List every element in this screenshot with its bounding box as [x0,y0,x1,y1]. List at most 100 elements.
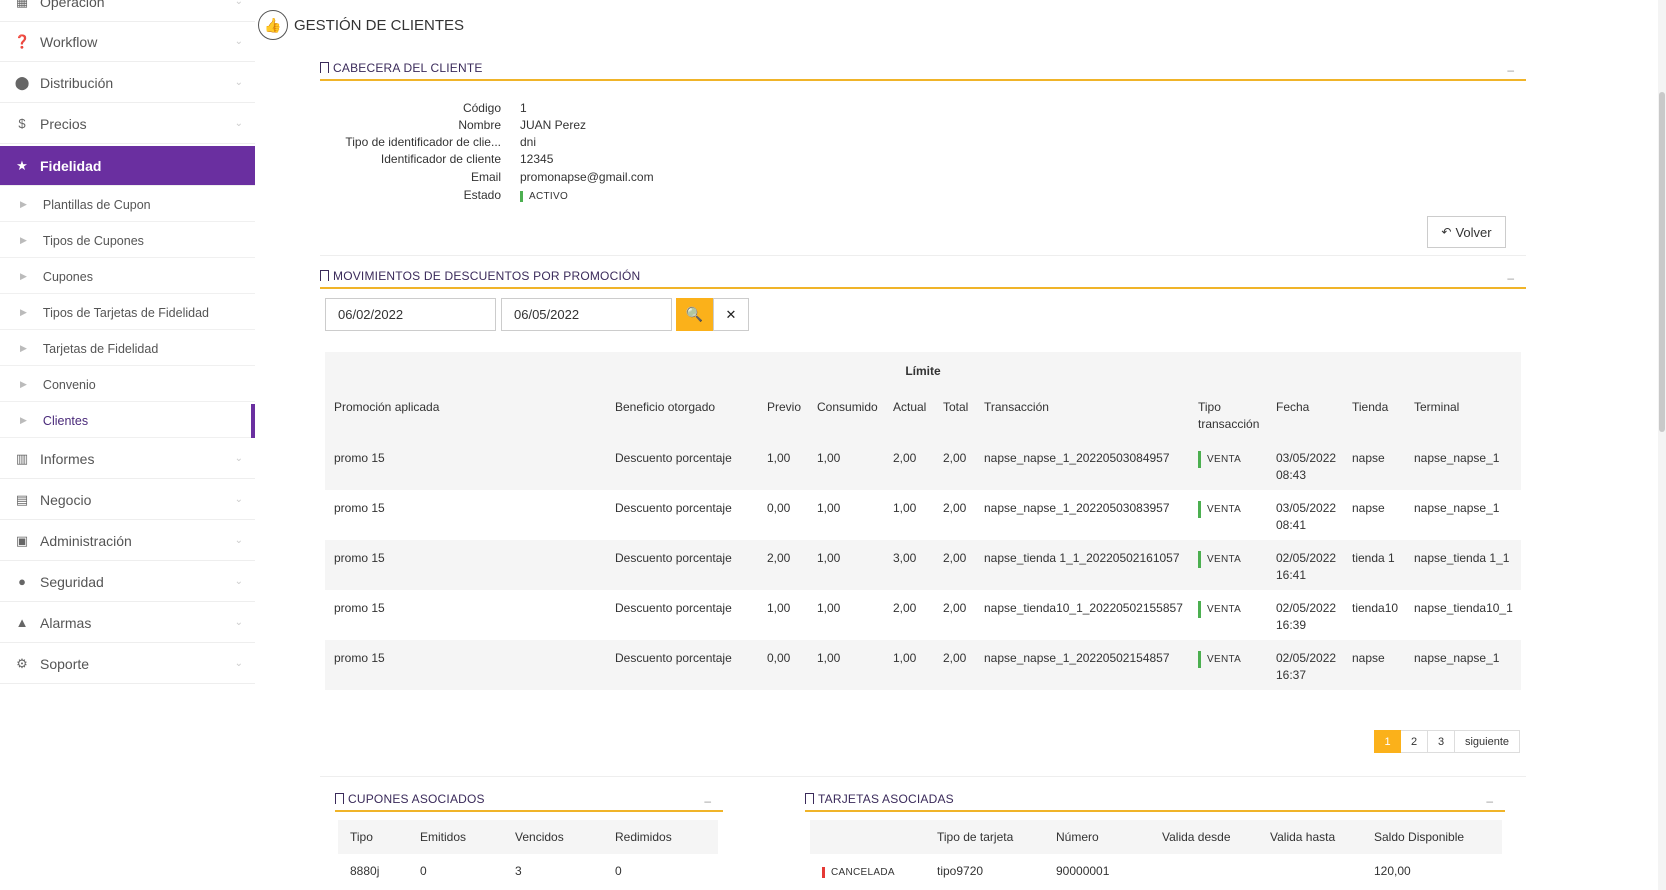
sidebar-item-label: Administración [40,532,132,549]
table-cell: CANCELADA [810,854,925,888]
table-row[interactable]: promo 15 Descuento porcentaje 1,00 1,00 2,00… [325,440,1521,490]
sidebar-subitem-tarjetas-de-fidelidad[interactable]: ▶ Tarjetas de Fidelidad [0,332,255,366]
table-cell: 3 [515,864,522,878]
sidebar: ▦ Operación ⌄ ❓ Workflow ⌄ ⬤ Distribució… [0,0,255,890]
chevron-down-icon: ⌄ [234,77,243,88]
minimize-button[interactable]: – [704,794,711,808]
section-cupones-header: CUPONES ASOCIADOS – [335,792,723,812]
column-header: Fecha [1267,389,1343,440]
caret-right-icon: ▶ [20,235,27,245]
chevron-down-icon: ⌄ [234,494,243,505]
sidebar-item-soporte[interactable]: ⚙ Soporte ⌄ [0,644,255,684]
movimientos-table: Límite Promoción aplicada Beneficio otorg… [325,352,1521,690]
section-title: CABECERA DEL CLIENTE [333,61,483,75]
bar-chart-icon: ▥ [15,450,29,466]
chevron-down-icon: ⌄ [234,36,243,47]
date-to-input[interactable]: 06/05/2022 [501,298,672,331]
table-cell: tipo9720 [937,864,984,878]
sidebar-subitem-label: Tarjetas de Fidelidad [42,341,159,356]
section-cabecera-header: CABECERA DEL CLIENTE – [320,61,1526,81]
table-row[interactable]: promo 15 Descuento porcentaje 1,00 1,00 2,00… [325,590,1521,640]
table-cell: 8880j [350,864,380,878]
table-row[interactable]: promo 15 Descuento porcentaje 2,00 1,00 3,00… [325,540,1521,590]
sidebar-item-label: Soporte [40,655,90,672]
date-from-input[interactable]: 06/02/2022 [325,298,496,331]
table-cell: 03/05/2022 08:41 [1276,501,1337,532]
sidebar-subitem-tipos-de-cupones[interactable]: ▶ Tipos de Cupones [0,224,255,258]
column-header: Previo [758,389,808,440]
column-header: Total [934,389,975,440]
table-cell [1150,854,1258,888]
table-cell: 2,00 [943,501,967,515]
section-movimientos-header: MOVIMIENTOS DE DESCUENTOS POR PROMOCIÓN … [320,269,1526,289]
next-page-button[interactable]: siguiente [1455,730,1520,753]
table-cell: 120,00 [1374,864,1411,878]
table-cell: napse_tienda10_1 [1414,601,1513,615]
table-row[interactable]: promo 15 Descuento porcentaje 0,00 1,00 1,00… [325,490,1521,540]
scrollbar-thumb[interactable] [1659,92,1665,432]
bookmark-icon [320,62,329,73]
sidebar-item-precios[interactable]: $ Precios ⌄ [0,104,255,144]
volver-button[interactable]: ↶ Volver [1427,216,1506,248]
sidebar-item-operacion[interactable]: ▦ Operación ⌄ [0,0,255,22]
pagination: 1 2 3 siguiente [1374,730,1520,753]
users-icon: ● [18,574,26,589]
sidebar-subitem-plantillas-de-cupon[interactable]: ▶ Plantillas de Cupon [0,188,255,222]
page-3-button[interactable]: 3 [1428,730,1455,753]
table-row[interactable]: promo 15 Descuento porcentaje 0,00 1,00 1,00… [325,640,1521,690]
column-header: Tienda [1343,389,1405,440]
status-badge: VENTA [1198,501,1241,518]
table-cell: napse_napse_1_20220502154857 [984,651,1170,665]
sidebar-subitem-label: Cupones [42,269,93,284]
sidebar-item-label: Precios [40,115,87,132]
status-badge: VENTA [1198,451,1241,468]
page-1-button[interactable]: 1 [1374,730,1401,753]
volver-button-label: Volver [1455,224,1492,240]
reply-arrow-icon: ↶ [1441,225,1452,239]
table-cell: 02/05/2022 16:37 [1276,651,1337,682]
sidebar-item-seguridad[interactable]: ● Seguridad ⌄ [0,562,255,602]
table-row[interactable]: CANCELADA tipo9720 90000001 120,00 [810,854,1502,888]
sidebar-item-fidelidad[interactable]: ★ Fidelidad [0,146,255,186]
dollar-icon: $ [18,116,26,131]
table-cell: 0 [420,864,427,878]
sidebar-subitem-tipos-de-tarjetas[interactable]: ▶ Tipos de Tarjetas de Fidelidad [0,296,255,330]
table-cell: 1,00 [767,451,791,465]
sidebar-item-administracion[interactable]: ▣ Administración ⌄ [0,521,255,561]
table-cell: 2,00 [893,451,917,465]
table-header-row: Tipo de tarjeta Número Valida desde Valida … [810,820,1502,854]
status-badge: VENTA [1198,651,1241,668]
column-header: Saldo Disponible [1374,830,1465,844]
minimize-button[interactable]: – [1486,794,1493,808]
table-cell: 03/05/2022 08:43 [1276,451,1337,482]
page-2-button[interactable]: 2 [1401,730,1428,753]
clear-button[interactable]: ✕ [713,298,749,331]
table-cell: napse_napse_1_20220503083957 [984,501,1170,515]
sidebar-subitem-clientes[interactable]: ▶ Clientes [0,404,255,438]
scrollbar[interactable] [1658,0,1666,890]
sidebar-item-negocio[interactable]: ▤ Negocio ⌄ [0,480,255,520]
page-title: GESTIÓN DE CLIENTES [294,16,465,34]
table-cell: 02/05/2022 16:41 [1276,551,1337,582]
minimize-button[interactable]: – [1507,63,1514,77]
sidebar-subitem-label: Tipos de Cupones [42,233,144,248]
sidebar-item-workflow[interactable]: ❓ Workflow ⌄ [0,22,255,62]
minimize-button[interactable]: – [1507,271,1514,285]
column-header: Transacción [975,389,1189,440]
table-cell: 1,00 [767,601,791,615]
table-row[interactable]: 8880j 0 3 0 [338,854,718,888]
sidebar-item-label: Distribución [40,74,114,91]
sidebar-subitem-convenio[interactable]: ▶ Convenio [0,368,255,402]
search-button[interactable]: 🔍 [676,298,713,331]
table-group-header: Límite [325,352,1521,389]
table-cell: Descuento porcentaje [615,551,732,565]
close-icon: ✕ [725,306,737,322]
grid-icon: ▦ [15,0,29,9]
sidebar-item-informes[interactable]: ▥ Informes ⌄ [0,439,255,479]
table-header-row: Promoción aplicada Beneficio otorgado Prev… [325,389,1521,440]
table-cell: napse [1352,451,1385,465]
column-header: Tipo de tarjeta [937,830,1014,844]
sidebar-subitem-cupones[interactable]: ▶ Cupones [0,260,255,294]
sidebar-item-alarmas[interactable]: ▲ Alarmas ⌄ [0,603,255,643]
sidebar-item-distribucion[interactable]: ⬤ Distribución ⌄ [0,63,255,103]
